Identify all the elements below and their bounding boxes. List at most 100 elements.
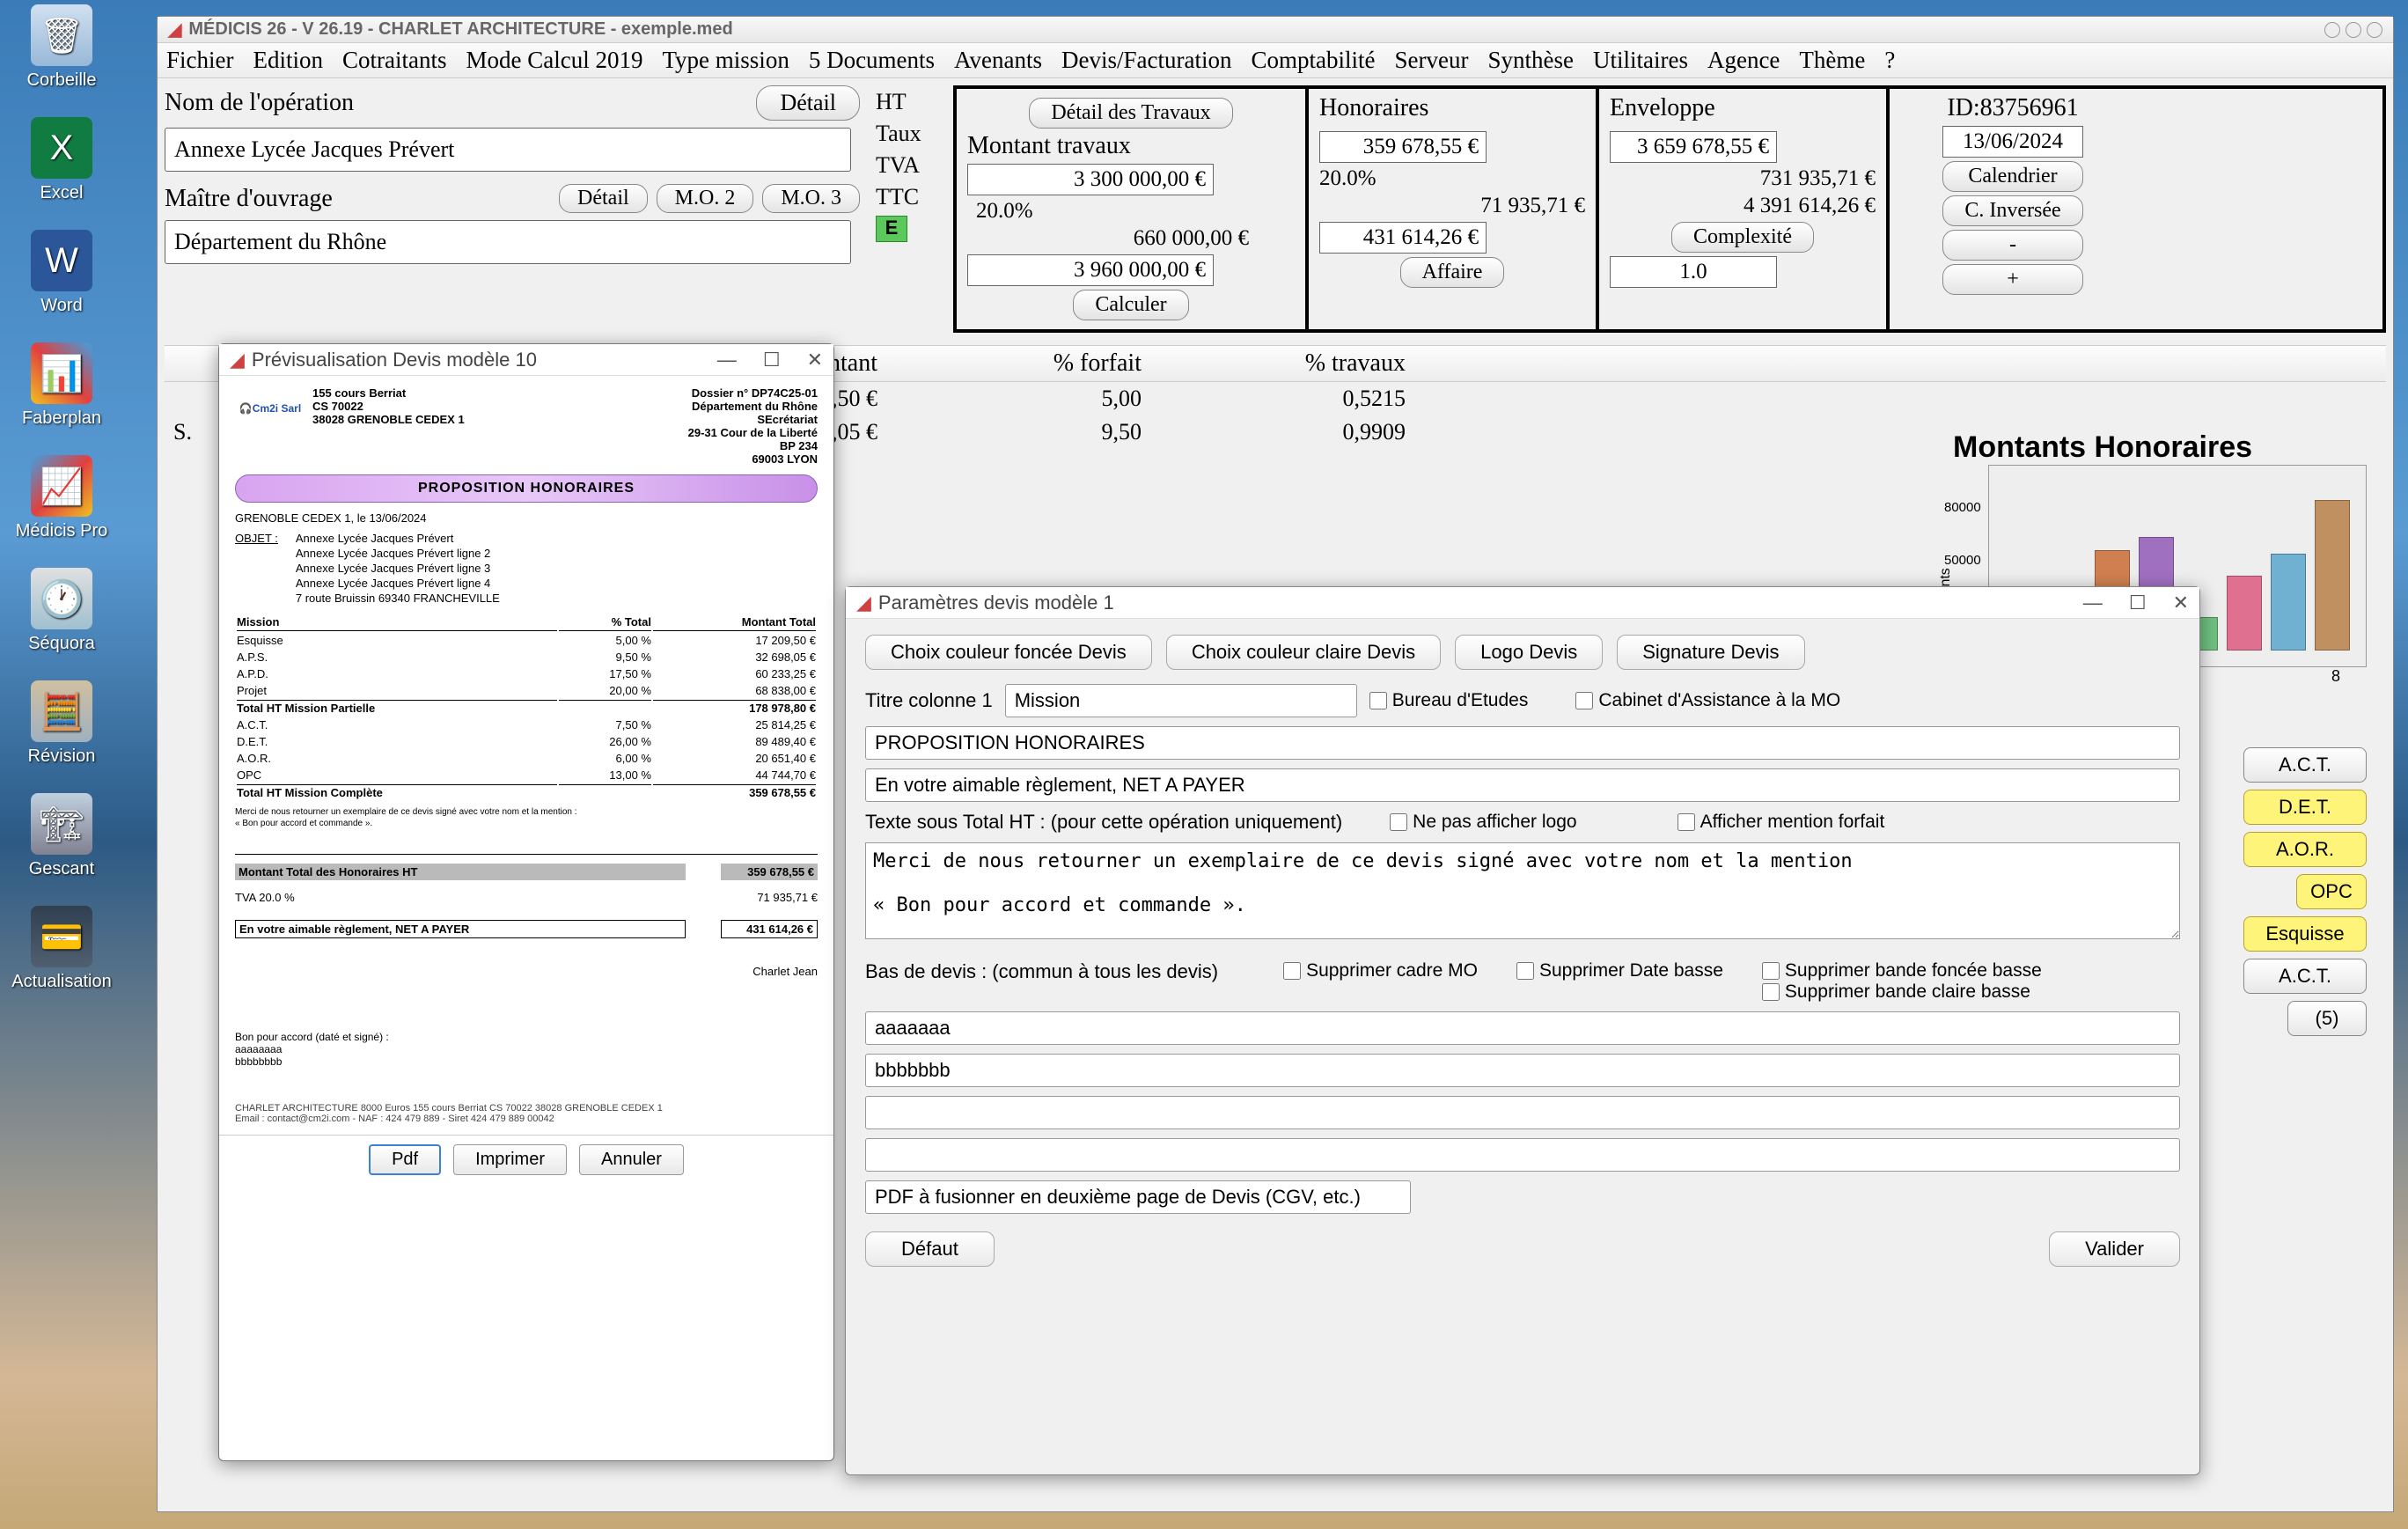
- menu-help[interactable]: ?: [1884, 47, 1895, 74]
- menu-mode-calcul[interactable]: Mode Calcul 2019: [466, 47, 642, 74]
- honoraires-v2: 71 935,71 €: [1354, 194, 1585, 218]
- calendrier-button[interactable]: Calendrier: [1942, 161, 2083, 192]
- icon-gescant[interactable]: 🏗Gescant: [9, 793, 114, 879]
- menu-synthese[interactable]: Synthèse: [1487, 47, 1574, 74]
- cancel-button[interactable]: Annuler: [579, 1144, 684, 1175]
- c-inversee-button[interactable]: C. Inversée: [1942, 195, 2083, 226]
- menu-theme[interactable]: Thème: [1799, 47, 1865, 74]
- date-value[interactable]: 13/06/2024: [1942, 126, 2083, 158]
- texte-sous-textarea[interactable]: [865, 842, 2180, 939]
- close-icon[interactable]: [2367, 22, 2382, 38]
- min-icon[interactable]: [2324, 22, 2340, 38]
- five-button[interactable]: (5): [2287, 1001, 2367, 1036]
- menu-fichier[interactable]: Fichier: [166, 47, 233, 74]
- operation-name-input[interactable]: [165, 128, 851, 172]
- menu-compta[interactable]: Comptabilité: [1252, 47, 1376, 74]
- menu-devis[interactable]: Devis/Facturation: [1061, 47, 1231, 74]
- defaut-button[interactable]: Défaut: [865, 1231, 995, 1267]
- preview-max-icon[interactable]: ☐: [763, 349, 781, 371]
- preview-table: Mission% TotalMontant Total Esquisse5,00…: [235, 612, 818, 802]
- menu-utilitaires[interactable]: Utilitaires: [1593, 47, 1688, 74]
- client-address: Dossier n° DP74C25-01Département du Rhôn…: [688, 386, 818, 466]
- supp-claire-checkbox[interactable]: [1762, 983, 1780, 1001]
- menu-serveur[interactable]: Serveur: [1395, 47, 1469, 74]
- menu-cotraitants[interactable]: Cotraitants: [342, 47, 446, 74]
- icon-sequora[interactable]: 🕐Séquora: [9, 568, 114, 654]
- icon-actualisation[interactable]: 💳Actualisation: [9, 906, 114, 992]
- mo3-button[interactable]: M.O. 3: [762, 184, 860, 213]
- icon-revision[interactable]: 🧮Révision: [9, 680, 114, 767]
- pdf-button[interactable]: Pdf: [369, 1144, 441, 1175]
- objet-label: OBJET :: [235, 532, 278, 605]
- pdf-fusion-input[interactable]: [865, 1180, 1411, 1214]
- menu-type-mission[interactable]: Type mission: [662, 47, 789, 74]
- opc-button[interactable]: OPC: [2296, 874, 2367, 909]
- print-button[interactable]: Imprimer: [453, 1144, 567, 1175]
- det-button[interactable]: D.E.T.: [2243, 790, 2367, 825]
- icon-word[interactable]: WWord: [9, 230, 114, 316]
- mo2-button[interactable]: M.O. 2: [657, 184, 754, 213]
- complexite-value[interactable]: 1.0: [1610, 256, 1777, 288]
- detail-button[interactable]: Détail: [756, 85, 860, 121]
- nopas-logo-checkbox[interactable]: [1390, 813, 1407, 831]
- bas4-input[interactable]: [865, 1138, 2180, 1172]
- preview-close-icon[interactable]: ✕: [807, 349, 823, 371]
- bas1-input[interactable]: [865, 1011, 2180, 1045]
- enveloppe-title: Enveloppe: [1610, 94, 1876, 122]
- line1-input[interactable]: [865, 726, 2180, 760]
- menu-avenants[interactable]: Avenants: [954, 47, 1042, 74]
- aor-button[interactable]: A.O.R.: [2243, 832, 2367, 867]
- bas2-input[interactable]: [865, 1054, 2180, 1087]
- bas3-input[interactable]: [865, 1096, 2180, 1129]
- icon-medicis-pro[interactable]: 📈Médicis Pro: [9, 455, 114, 541]
- color-dark-button[interactable]: Choix couleur foncée Devis: [865, 635, 1152, 670]
- ht-value[interactable]: 3 300 000,00 €: [967, 164, 1214, 195]
- bureau-checkbox[interactable]: [1369, 692, 1387, 709]
- minus-button[interactable]: -: [1942, 230, 2083, 261]
- affaire-button[interactable]: Affaire: [1400, 257, 1505, 288]
- preview-dateline: GRENOBLE CEDEX 1, le 13/06/2024: [235, 511, 818, 525]
- icon-faberplan[interactable]: 📊Faberplan: [9, 342, 114, 429]
- enveloppe-v1[interactable]: 3 659 678,55 €: [1610, 131, 1777, 163]
- titre-col-input[interactable]: [1005, 684, 1357, 717]
- detail-travaux-button[interactable]: Détail des Travaux: [1029, 98, 1232, 129]
- params-min-icon[interactable]: —: [2083, 592, 2103, 614]
- max-icon[interactable]: [2346, 22, 2361, 38]
- mention-forfait-checkbox[interactable]: [1678, 813, 1695, 831]
- signature-devis-button[interactable]: Signature Devis: [1617, 635, 1804, 670]
- col-forfait: % forfait: [886, 346, 1150, 381]
- complexite-button[interactable]: Complexité: [1671, 222, 1814, 253]
- plus-button[interactable]: +: [1942, 264, 2083, 295]
- supp-fonce-checkbox[interactable]: [1762, 962, 1780, 980]
- honoraires-v3[interactable]: 431 614,26 €: [1319, 222, 1487, 254]
- icon-excel[interactable]: XExcel: [9, 117, 114, 203]
- preview-min-icon[interactable]: —: [717, 349, 737, 371]
- mo-name-input[interactable]: [165, 220, 851, 264]
- mo-detail-button[interactable]: Détail: [559, 184, 648, 213]
- menu-edition[interactable]: Edition: [253, 47, 323, 74]
- icon-corbeille[interactable]: 🗑Corbeille: [9, 4, 114, 91]
- e-indicator[interactable]: E: [876, 216, 907, 242]
- logo-devis-button[interactable]: Logo Devis: [1455, 635, 1603, 670]
- cabinet-checkbox[interactable]: [1575, 692, 1593, 709]
- ttc-label: TTC: [876, 184, 937, 210]
- params-max-icon[interactable]: ☐: [2129, 592, 2147, 614]
- params-close-icon[interactable]: ✕: [2173, 592, 2189, 614]
- honoraires-v1[interactable]: 359 678,55 €: [1319, 131, 1487, 163]
- act-button[interactable]: A.C.T.: [2243, 747, 2367, 783]
- bas-devis-label: Bas de devis : (commun à tous les devis): [865, 960, 1218, 983]
- esquisse-button[interactable]: Esquisse: [2243, 916, 2367, 952]
- operation-label: Nom de l'opération: [165, 89, 354, 117]
- ttc-value[interactable]: 3 960 000,00 €: [967, 254, 1214, 286]
- color-light-button[interactable]: Choix couleur claire Devis: [1166, 635, 1441, 670]
- calculer-button[interactable]: Calculer: [1073, 290, 1188, 320]
- line2-input[interactable]: [865, 768, 2180, 802]
- supp-date-checkbox[interactable]: [1516, 962, 1534, 980]
- supp-mo-checkbox[interactable]: [1283, 962, 1301, 980]
- valider-button[interactable]: Valider: [2049, 1231, 2180, 1267]
- menu-agence[interactable]: Agence: [1707, 47, 1780, 74]
- app-title: MÉDICIS 26 - V 26.19 - CHARLET ARCHITECT…: [188, 19, 732, 40]
- menubar: Fichier Edition Cotraitants Mode Calcul …: [158, 43, 2393, 78]
- menu-documents[interactable]: 5 Documents: [809, 47, 935, 74]
- act2-button[interactable]: A.C.T.: [2243, 959, 2367, 994]
